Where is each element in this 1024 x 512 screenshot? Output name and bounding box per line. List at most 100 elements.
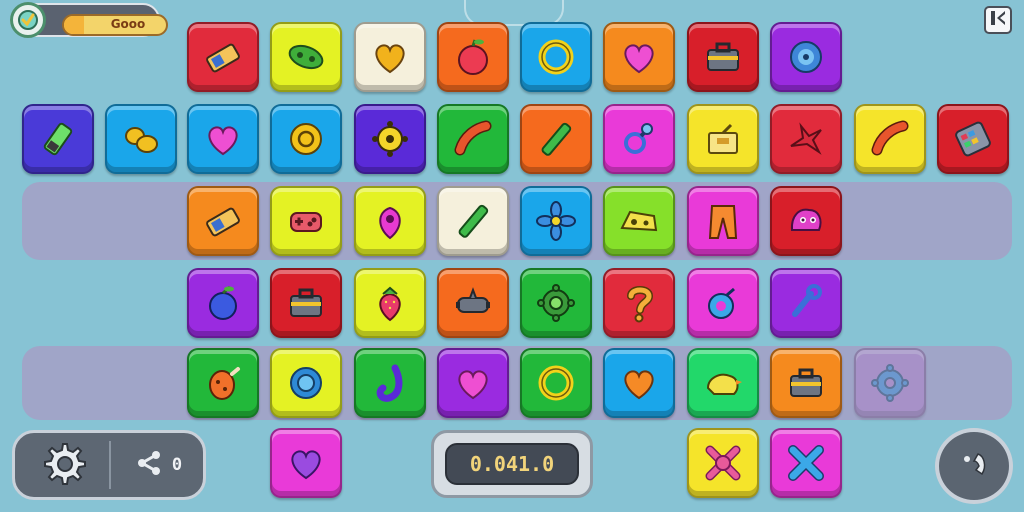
hook-purple-icon bbox=[367, 360, 413, 406]
tile-stick[interactable] bbox=[437, 186, 509, 256]
tile-heart-orange[interactable] bbox=[603, 348, 675, 418]
tile-monster[interactable] bbox=[770, 186, 842, 256]
tile-heart-pink[interactable] bbox=[603, 22, 675, 92]
cross-pink-icon bbox=[700, 440, 746, 486]
hook-icon bbox=[783, 280, 829, 326]
sausage-icon bbox=[450, 116, 496, 162]
berry-icon bbox=[367, 198, 413, 244]
gear-green-icon bbox=[533, 280, 579, 326]
tile-chicken[interactable] bbox=[187, 348, 259, 418]
score-panel: 0.041.0 bbox=[431, 430, 593, 498]
tile-hook-purple[interactable] bbox=[354, 348, 426, 418]
tile-capsule[interactable] bbox=[270, 22, 342, 92]
pants-icon bbox=[700, 198, 746, 244]
tile-gear-yellow[interactable] bbox=[354, 104, 426, 174]
heart-pink-icon bbox=[616, 34, 662, 80]
tile-strawberry[interactable] bbox=[354, 268, 426, 338]
pause-icon bbox=[989, 9, 1007, 31]
heart-purple-icon bbox=[283, 440, 329, 486]
tile-marker[interactable] bbox=[22, 104, 94, 174]
coin-icon bbox=[283, 116, 329, 162]
monster-icon bbox=[783, 198, 829, 244]
checkmark-badge-icon[interactable] bbox=[10, 2, 46, 38]
tile-heart-pink[interactable] bbox=[437, 348, 509, 418]
tile-apple[interactable] bbox=[437, 22, 509, 92]
strawberry-icon bbox=[367, 280, 413, 326]
score-display: 0.041.0 bbox=[445, 443, 579, 485]
marker-icon bbox=[35, 116, 81, 162]
phone-icon bbox=[954, 444, 994, 488]
control-divider bbox=[109, 441, 111, 489]
tile-question[interactable] bbox=[603, 268, 675, 338]
toolbox-icon bbox=[700, 34, 746, 80]
heart-pink-icon bbox=[200, 116, 246, 162]
tile-plum[interactable] bbox=[187, 268, 259, 338]
tile-plum-blue[interactable] bbox=[687, 268, 759, 338]
tile-shell[interactable] bbox=[770, 22, 842, 92]
tile-keypad[interactable] bbox=[937, 104, 1009, 174]
tile-pants[interactable] bbox=[687, 186, 759, 256]
star-red-icon bbox=[783, 116, 829, 162]
tile-berry[interactable] bbox=[354, 186, 426, 256]
tile-box[interactable] bbox=[687, 104, 759, 174]
flower-icon bbox=[533, 198, 579, 244]
gear-blue-icon bbox=[867, 360, 913, 406]
tile-toolbox[interactable] bbox=[770, 348, 842, 418]
gear-icon bbox=[38, 438, 88, 492]
stick-icon bbox=[450, 198, 496, 244]
tile-toolbox[interactable] bbox=[270, 268, 342, 338]
tile-ring-yellow[interactable] bbox=[520, 348, 592, 418]
tile-sausage[interactable] bbox=[437, 104, 509, 174]
tile-battery[interactable] bbox=[187, 186, 259, 256]
tile-cross-blue[interactable] bbox=[770, 428, 842, 498]
tile-pot[interactable] bbox=[437, 268, 509, 338]
tile-heart-purple[interactable] bbox=[270, 428, 342, 498]
battery-icon bbox=[200, 34, 246, 80]
cheese-icon bbox=[616, 198, 662, 244]
peanut-icon bbox=[118, 116, 164, 162]
tile-heart-gold[interactable] bbox=[354, 22, 426, 92]
apple-icon bbox=[450, 34, 496, 80]
tile-coin[interactable] bbox=[270, 104, 342, 174]
tile-duck[interactable] bbox=[687, 348, 759, 418]
game-board: Gooo 0 0.041.0 bbox=[0, 0, 1024, 512]
tile-hook[interactable] bbox=[770, 268, 842, 338]
control-pill: 0 bbox=[12, 430, 206, 500]
pause-button[interactable] bbox=[984, 6, 1012, 34]
call-button[interactable] bbox=[935, 428, 1013, 504]
cross-blue-icon bbox=[783, 440, 829, 486]
tile-flower[interactable] bbox=[520, 186, 592, 256]
battery-icon bbox=[200, 198, 246, 244]
ring-blue-icon bbox=[283, 360, 329, 406]
gear-yellow-icon bbox=[367, 116, 413, 162]
tile-gear-green[interactable] bbox=[520, 268, 592, 338]
tile-heart-pink[interactable] bbox=[187, 104, 259, 174]
tile-peanut[interactable] bbox=[105, 104, 177, 174]
progress-bar: Gooo bbox=[62, 14, 168, 36]
plum-icon bbox=[200, 280, 246, 326]
keypad-icon bbox=[950, 116, 996, 162]
tile-ring-blue[interactable] bbox=[270, 348, 342, 418]
tile-pacifier[interactable] bbox=[603, 104, 675, 174]
share-count: 0 bbox=[171, 455, 183, 475]
share-button[interactable]: 0 bbox=[119, 439, 199, 491]
tile-cheese[interactable] bbox=[603, 186, 675, 256]
tile-gear-blue[interactable] bbox=[854, 348, 926, 418]
tile-battery[interactable] bbox=[187, 22, 259, 92]
tile-toolbox[interactable] bbox=[687, 22, 759, 92]
tile-ring-yellow[interactable] bbox=[520, 22, 592, 92]
duck-icon bbox=[700, 360, 746, 406]
tile-star-red[interactable] bbox=[770, 104, 842, 174]
tile-cross-pink[interactable] bbox=[687, 428, 759, 498]
heart-gold-icon bbox=[367, 34, 413, 80]
ring-yellow-icon bbox=[533, 34, 579, 80]
shell-icon bbox=[783, 34, 829, 80]
tile-stick[interactable] bbox=[520, 104, 592, 174]
box-icon bbox=[700, 116, 746, 162]
tile-sausage[interactable] bbox=[854, 104, 926, 174]
sausage-icon bbox=[867, 116, 913, 162]
progress-label: Gooo bbox=[110, 17, 146, 31]
tile-gamepad[interactable] bbox=[270, 186, 342, 256]
progress-fill bbox=[64, 16, 85, 34]
settings-button[interactable] bbox=[29, 439, 97, 491]
